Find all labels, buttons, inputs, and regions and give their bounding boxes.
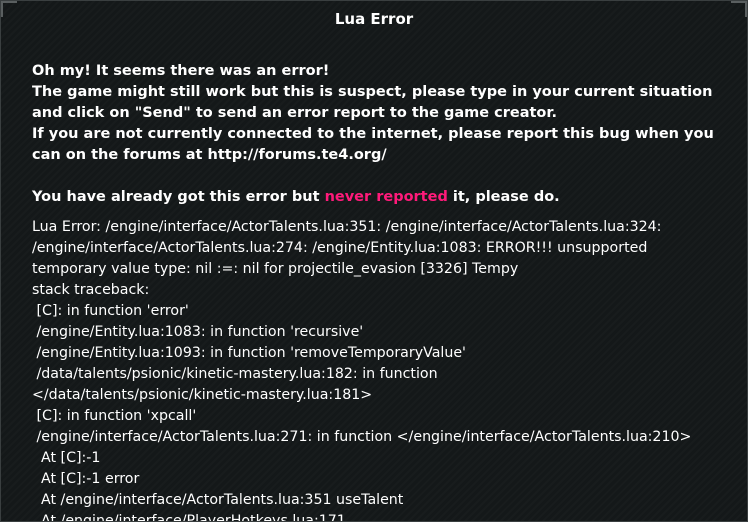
intro-line-5: can on the forums at http://forums.te4.o… bbox=[32, 147, 387, 163]
already-reported-notice: You have already got this error but neve… bbox=[32, 187, 722, 208]
trace-line: Lua Error: /engine/interface/ActorTalent… bbox=[32, 219, 662, 235]
trace-line: </data/talents/psionic/kinetic-mastery.l… bbox=[32, 387, 373, 403]
error-intro-message: Oh my! It seems there was an error! The … bbox=[32, 61, 722, 208]
intro-line-4: If you are not currently connected to th… bbox=[32, 126, 714, 142]
trace-line: At [C]:-1 bbox=[32, 450, 101, 466]
trace-line: /data/talents/psionic/kinetic-mastery.lu… bbox=[32, 366, 438, 382]
intro-line-2: The game might still work but this is su… bbox=[32, 84, 713, 100]
intro-line-1: Oh my! It seems there was an error! bbox=[32, 63, 330, 79]
intro-spacer bbox=[32, 166, 722, 187]
already-suffix: it, please do. bbox=[447, 189, 560, 205]
trace-line: [C]: in function 'xpcall' bbox=[32, 408, 197, 424]
never-reported-highlight: never reported bbox=[324, 189, 448, 205]
trace-line: temporary value type: nil :=: nil for pr… bbox=[32, 261, 519, 277]
intro-line-3: and click on "Send" to send an error rep… bbox=[32, 105, 557, 121]
trace-line: At /engine/interface/PlayerHotkeys.lua:1… bbox=[32, 513, 346, 522]
trace-line: At [C]:-1 error bbox=[32, 471, 140, 487]
trace-line: At /engine/interface/ActorTalents.lua:35… bbox=[32, 492, 404, 508]
trace-line: stack traceback: bbox=[32, 282, 150, 298]
trace-line: [C]: in function 'error' bbox=[32, 303, 189, 319]
trace-line: /engine/interface/ActorTalents.lua:274: … bbox=[32, 240, 648, 256]
stack-trace: Lua Error: /engine/interface/ActorTalent… bbox=[32, 217, 732, 522]
trace-line: /engine/Entity.lua:1083: in function 're… bbox=[32, 324, 364, 340]
trace-line: /engine/interface/ActorTalents.lua:271: … bbox=[32, 429, 692, 445]
already-prefix: You have already got this error but bbox=[32, 189, 325, 205]
dialog-title: Lua Error bbox=[334, 10, 414, 28]
lua-error-dialog: Lua Error Oh my! It seems there was an e… bbox=[0, 0, 748, 522]
trace-line: /engine/Entity.lua:1093: in function 're… bbox=[32, 345, 466, 361]
